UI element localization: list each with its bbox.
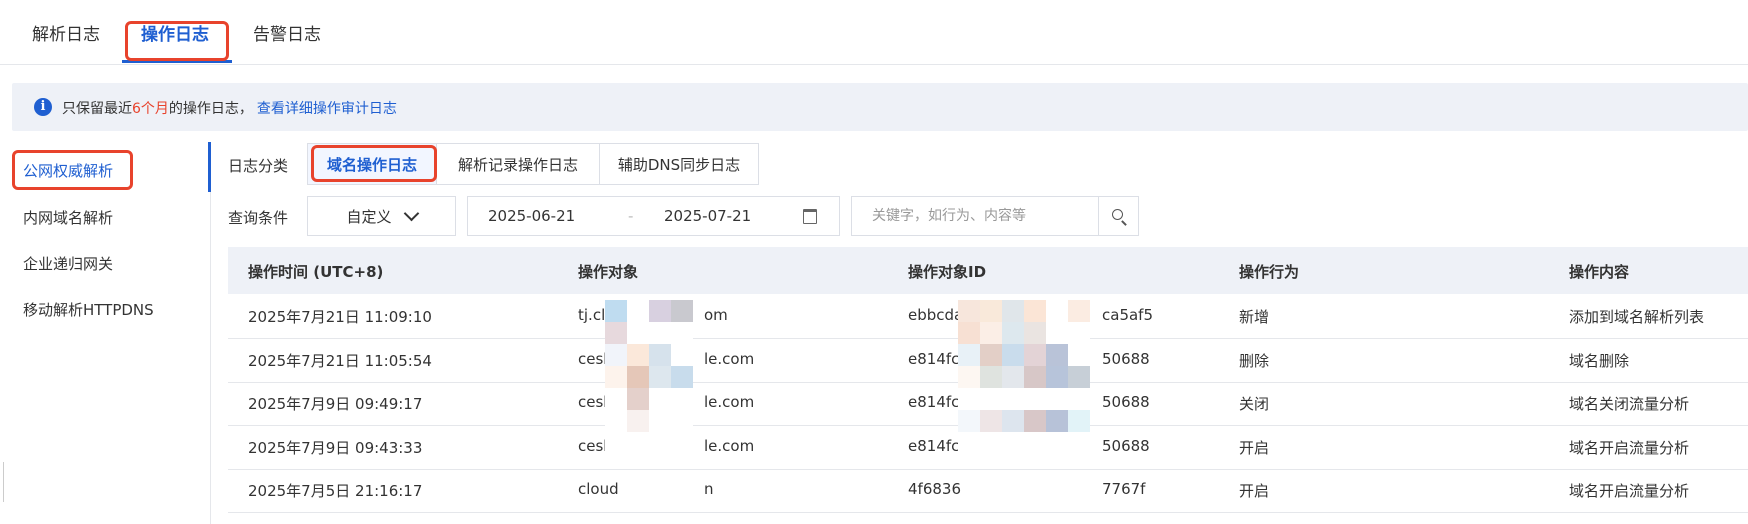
cell-content: 域名开启流量分析 [1569,482,1690,500]
search-button[interactable] [1098,197,1138,235]
date-separator: - [628,207,634,225]
tab-resolve-log[interactable]: 解析日志 [32,20,100,45]
category-record-operation[interactable]: 解析记录操作日志 [436,143,600,185]
search-icon-handle [1121,220,1127,226]
cell-object-id: e814fc [908,350,960,368]
col-action: 操作行为 [1239,263,1300,281]
col-object: 操作对象 [578,263,639,281]
highlight-box [311,145,437,182]
sidebar-item-private-zone[interactable]: 内网域名解析 [23,207,113,228]
cell-object-tail: n [704,480,714,498]
resize-handle[interactable] [0,462,4,502]
highlight-box [125,21,229,61]
date-start[interactable]: 2025-06-21 [488,207,575,225]
search-box [851,196,1139,236]
cell-object-id: ebbcda [908,306,964,324]
cell-object-tail: om [704,306,728,324]
redaction-mosaic-object [605,300,701,472]
cell-time: 2025年7月21日 11:09:10 [248,308,432,326]
cell-content: 域名关闭流量分析 [1569,395,1690,413]
sidebar: 公网权威解析 内网域名解析 企业递归网关 移动解析HTTPDNS [0,142,211,524]
cell-object-id-tail: 7767f [1102,480,1146,498]
table-row: 2025年7月5日 21:16:17 cloud n 4f6836 7767f … [228,468,1748,513]
cell-object: cloud [578,480,619,498]
cell-time: 2025年7月9日 09:49:17 [248,395,423,413]
table-header: 操作时间 (UTC+8) 操作对象 操作对象ID 操作行为 操作内容 [228,247,1748,294]
calendar-icon[interactable] [803,209,817,224]
cell-action: 关闭 [1239,395,1270,413]
redaction-mosaic-id [958,300,1114,464]
audit-log-link[interactable]: 查看详细操作审计日志 [257,101,397,117]
search-icon [1112,209,1123,220]
cell-action: 删除 [1239,352,1270,370]
notice-text: 只保留最近6个月的操作日志， 查看详细操作审计日志 [62,98,397,118]
col-content: 操作内容 [1569,263,1630,281]
date-range-picker[interactable]: 2025-06-21 - 2025-07-21 [467,196,840,236]
sidebar-item-httpdns[interactable]: 移动解析HTTPDNS [23,299,154,320]
cell-time: 2025年7月5日 21:16:17 [248,482,423,500]
tab-alert-log[interactable]: 告警日志 [253,20,321,45]
cell-object-id: 4f6836 [908,480,961,498]
category-label: 日志分类 [228,157,289,175]
col-object-id: 操作对象ID [908,263,987,281]
sidebar-active-indicator [208,142,211,192]
time-range-value: 自定义 [346,207,392,226]
cell-content: 域名删除 [1569,352,1630,370]
highlight-box [12,150,133,190]
time-range-select[interactable]: 自定义 [307,196,456,236]
cell-object-tail: le.com [704,437,755,455]
cell-content: 域名开启流量分析 [1569,439,1690,457]
cell-action: 开启 [1239,482,1270,500]
date-end[interactable]: 2025-07-21 [664,207,751,225]
notice-prefix: 只保留最近 [62,101,132,117]
category-secondary-dns-sync[interactable]: 辅助DNS同步日志 [599,143,759,185]
cell-action: 新增 [1239,308,1270,326]
cell-time: 2025年7月21日 11:05:54 [248,352,432,370]
info-icon: i [34,98,52,116]
col-time: 操作时间 (UTC+8) [248,263,384,281]
notice-highlight: 6个月 [132,101,169,117]
search-input[interactable] [852,197,1100,235]
cell-action: 开启 [1239,439,1270,457]
notice-suffix: 的操作日志， [168,101,253,117]
log-type-tabs: 解析日志 操作日志 告警日志 [0,0,1748,65]
cell-object-tail: le.com [704,393,755,411]
cell-object-tail: le.com [704,350,755,368]
retention-notice: i 只保留最近6个月的操作日志， 查看详细操作审计日志 [12,83,1748,131]
sidebar-item-recursive-gateway[interactable]: 企业递归网关 [23,253,113,274]
chevron-down-icon [403,205,419,222]
cell-time: 2025年7月9日 09:43:33 [248,439,423,457]
cell-content: 添加到域名解析列表 [1569,308,1705,326]
query-label: 查询条件 [228,209,289,227]
